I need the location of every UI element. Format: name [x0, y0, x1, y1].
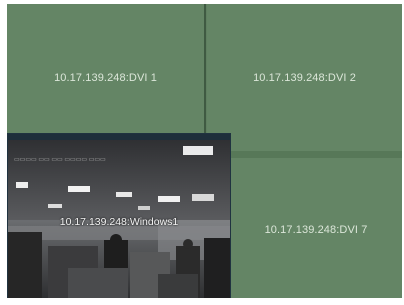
tile-label: 10.17.139.248:DVI 2 — [253, 71, 356, 84]
display-tile-dvi1[interactable]: 10.17.139.248:DVI 1 — [7, 4, 206, 151]
tile-label: 10.17.139.248:DVI 7 — [264, 224, 368, 236]
video-wall: 10.17.139.248:DVI 1 10.17.139.248:DVI 2 … — [7, 4, 402, 302]
video-window[interactable]: ▭▭▭▭ ▭▭ ▭▭ ▭▭▭▭ ▭▭▭ 10.17.139.248:Window… — [7, 133, 231, 302]
bottom-edge — [0, 298, 404, 305]
tile-label: 10.17.139.248:DVI 1 — [54, 71, 157, 84]
display-tile-dvi7[interactable]: 10.17.139.248:DVI 7 — [230, 158, 402, 302]
window-label: 10.17.139.248:Windows1 — [59, 216, 179, 228]
display-tile-dvi2[interactable]: 10.17.139.248:DVI 2 — [207, 4, 402, 151]
camera-timestamp-overlay: ▭▭▭▭ ▭▭ ▭▭ ▭▭▭▭ ▭▭▭ — [14, 157, 106, 163]
